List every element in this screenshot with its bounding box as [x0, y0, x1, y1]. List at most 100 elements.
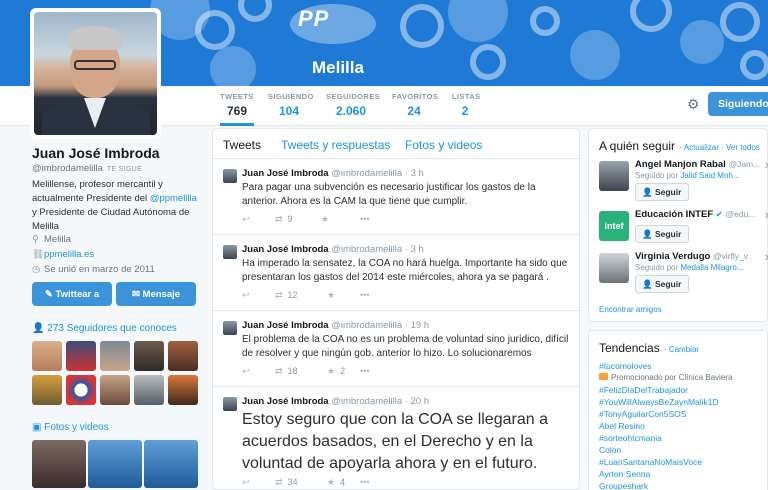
tweet-avatar[interactable]: [223, 245, 237, 259]
reply-icon[interactable]: ↩: [242, 214, 250, 225]
trend-item[interactable]: #FelizDiaDelTrabajador: [599, 385, 688, 395]
stat-tweets[interactable]: TWEETS 769: [220, 92, 254, 126]
retweet-button[interactable]: ⇄ 34: [275, 477, 298, 488]
follow-button[interactable]: 👤 Seguir: [635, 225, 689, 243]
tweet-text: Ha imperado la sensatez, la COA no hará …: [242, 258, 568, 283]
tweet[interactable]: Juan José Imbroda @imbrodamelilla · 19 h…: [213, 311, 579, 387]
reply-icon[interactable]: ↩: [242, 290, 250, 301]
profile-handle: @imbrodamelilla TE SIGUE: [32, 163, 142, 174]
timeline-tabs: Tweets Tweets y respuestas Fotos y video…: [213, 129, 579, 159]
follower-avatar[interactable]: [168, 341, 198, 371]
trend-item[interactable]: Abel Resino: [599, 421, 645, 431]
favorite-button[interactable]: ★: [321, 214, 334, 225]
trend-item[interactable]: #sorteohtcmania: [599, 433, 662, 443]
follow-button[interactable]: 👤 Seguir: [635, 275, 689, 293]
tweet-text: Estoy seguro que con la COA se llegaran …: [242, 411, 548, 472]
more-icon[interactable]: •••: [360, 477, 369, 487]
refresh-link[interactable]: Actualizar: [684, 143, 719, 152]
suggested-user: Virginia Verdugo @virfly_v Seguido por M…: [599, 251, 768, 299]
favorite-button[interactable]: ★ 4: [327, 477, 345, 488]
trend-item[interactable]: #YouWillAlwaysBeZaynMalik1D: [599, 397, 719, 407]
intef-logo[interactable]: intef: [599, 211, 629, 241]
following-button[interactable]: Siguiendo: [708, 92, 768, 116]
tweet-time[interactable]: 3 h: [411, 244, 424, 255]
find-friends-link[interactable]: Encontrar amigos: [599, 305, 662, 314]
tweet-avatar[interactable]: [223, 321, 237, 335]
bio-mention-link[interactable]: @ppmelilla: [150, 193, 197, 204]
tab-photos-videos[interactable]: Fotos y videos: [405, 138, 482, 152]
favorite-button[interactable]: ★: [327, 290, 340, 301]
avatar[interactable]: [599, 161, 629, 191]
star-icon: ★: [321, 214, 330, 224]
follower-avatar[interactable]: [168, 375, 198, 405]
follower-avatar[interactable]: [32, 341, 62, 371]
tweet-avatar[interactable]: [223, 397, 237, 411]
profile-avatar[interactable]: [30, 8, 161, 139]
tweet[interactable]: Juan José Imbroda @imbrodamelilla · 3 h …: [213, 159, 579, 235]
trend-item[interactable]: Ayrton Senna: [599, 469, 650, 479]
tweet[interactable]: Juan José Imbroda @imbrodamelilla · 3 h …: [213, 235, 579, 311]
stat-followers[interactable]: SEGUIDORES 2.060: [326, 92, 380, 126]
star-icon: ★: [327, 290, 336, 300]
follower-avatar[interactable]: [66, 375, 96, 405]
stat-following[interactable]: SIGUIENDO 104: [268, 92, 313, 126]
profile-bio: Melillense, profesor mercantil y actualm…: [32, 179, 197, 232]
media-thumbnail[interactable]: [88, 440, 142, 488]
follower-avatar[interactable]: [66, 341, 96, 371]
tab-tweets[interactable]: Tweets: [223, 138, 261, 152]
media-thumbnail[interactable]: [32, 440, 86, 488]
tab-tweets-replies[interactable]: Tweets y respuestas: [281, 138, 390, 152]
close-icon[interactable]: ✕: [764, 211, 768, 222]
follower-avatar[interactable]: [134, 375, 164, 405]
tweet-avatar[interactable]: [223, 169, 237, 183]
trend-item[interactable]: Colon: [599, 445, 621, 455]
tweet-time[interactable]: 3 h: [411, 168, 424, 179]
retweet-icon: ⇄: [275, 290, 283, 300]
followers-you-know-link[interactable]: 👤 273 Seguidores que conoces: [32, 323, 177, 334]
message-button[interactable]: ✉ Mensaje: [116, 282, 196, 306]
follower-avatar[interactable]: [134, 341, 164, 371]
tweet-time[interactable]: 20 h: [411, 396, 430, 407]
close-icon[interactable]: ✕: [764, 253, 768, 264]
stat-favorites[interactable]: FAVORITOS 24: [392, 92, 438, 126]
media-thumbnail[interactable]: [144, 440, 198, 488]
website-link[interactable]: ppmelilla.es: [44, 249, 94, 260]
reply-icon[interactable]: ↩: [242, 477, 250, 488]
more-icon[interactable]: •••: [360, 214, 369, 224]
profile-name[interactable]: Juan José Imbroda: [32, 145, 160, 161]
follow-button[interactable]: 👤 Seguir: [635, 183, 689, 201]
retweet-button[interactable]: ⇄ 9: [275, 214, 293, 225]
more-icon[interactable]: •••: [360, 290, 369, 300]
follow-user-icon: 👤: [642, 186, 655, 197]
promoted-icon: [599, 373, 608, 380]
verified-icon: ✔: [715, 209, 723, 219]
close-icon[interactable]: ✕: [764, 161, 768, 172]
change-trends-link[interactable]: Cambiar: [669, 345, 699, 354]
star-icon: ★: [327, 477, 336, 487]
follower-avatar[interactable]: [100, 375, 130, 405]
trends-card: Tendencias · Cambiar #tucomoloves Promoc…: [588, 330, 768, 490]
trend-item[interactable]: #TonyAguilarCon5SOS: [599, 409, 686, 419]
retweet-button[interactable]: ⇄ 12: [275, 290, 298, 301]
follows-you-badge: TE SIGUE: [106, 166, 142, 173]
avatar[interactable]: [599, 253, 629, 283]
trend-item[interactable]: #tucomoloves: [599, 361, 651, 371]
people-icon: 👤: [32, 323, 48, 334]
stat-lists[interactable]: LISTAS 2: [452, 92, 480, 126]
tweet-to-button[interactable]: ✎ Twittear a: [32, 282, 112, 306]
who-to-follow-title: A quién seguir · Actualizar · Ver todos: [599, 139, 760, 153]
retweet-button[interactable]: ⇄ 18: [275, 366, 298, 377]
photos-videos-link[interactable]: ▣ Fotos y videos: [32, 422, 109, 433]
avatar: [34, 12, 157, 135]
view-all-link[interactable]: Ver todos: [726, 143, 760, 152]
more-icon[interactable]: •••: [360, 366, 369, 376]
favorite-button[interactable]: ★ 2: [327, 366, 345, 377]
gear-icon[interactable]: ⚙: [687, 96, 703, 112]
trend-item[interactable]: #LuanSantanaNoMaisVoce: [599, 457, 702, 467]
tweet-time[interactable]: 19 h: [411, 320, 430, 331]
follower-avatar[interactable]: [100, 341, 130, 371]
follower-avatar[interactable]: [32, 375, 62, 405]
tweet[interactable]: Juan José Imbroda @imbrodamelilla · 20 h…: [213, 387, 579, 489]
reply-icon[interactable]: ↩: [242, 366, 250, 377]
trend-item[interactable]: Groupeshark: [599, 481, 648, 490]
